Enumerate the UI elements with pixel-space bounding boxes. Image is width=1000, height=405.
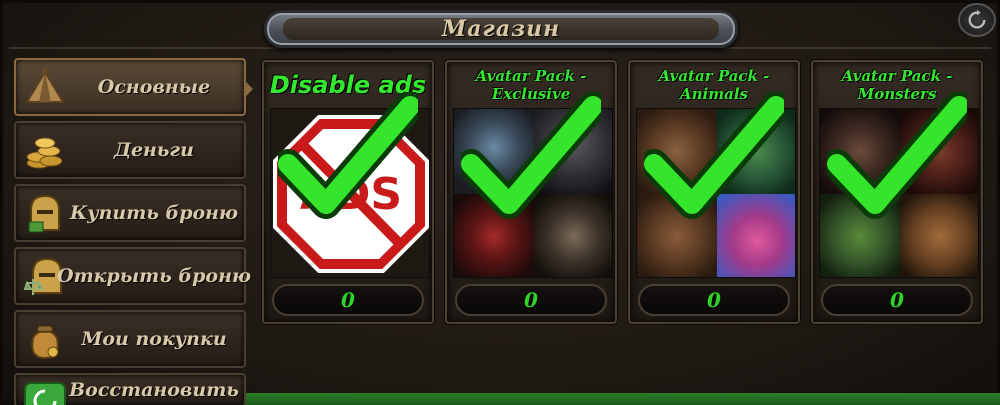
shop-item-title-line1: Avatar Pack -	[475, 67, 587, 85]
money-bag-icon	[22, 318, 68, 362]
sidebar-item-my-purchases[interactable]: Мои покупки	[14, 310, 246, 368]
refresh-icon	[968, 9, 986, 29]
price-display: 0	[455, 284, 607, 316]
bottom-status-bar	[246, 393, 1000, 405]
price-display: 0	[638, 284, 790, 316]
sidebar-item-label: Купить броню	[69, 202, 239, 224]
sidebar-item-label: Открыть броню	[57, 265, 251, 287]
shop-item-disable-ads[interactable]: Disable ads ADS 0	[262, 60, 434, 324]
sidebar-item-money[interactable]: Деньги	[14, 121, 246, 179]
sidebar-item-label: Восстановить	[69, 379, 239, 401]
restore-icon	[22, 379, 68, 405]
refresh-button[interactable]	[958, 3, 996, 37]
sidebar-item-label: Деньги	[114, 139, 194, 161]
page-title: Магазин	[441, 16, 561, 42]
title-banner: Магазин	[264, 10, 738, 48]
shop-item-avatar-pack-exclusive[interactable]: Avatar Pack - Exclusive 0	[445, 60, 617, 324]
purchased-check-icon	[278, 92, 418, 219]
price-display: 0	[821, 284, 973, 316]
purchased-check-icon	[827, 92, 967, 219]
sidebar-item-main[interactable]: Основные	[14, 58, 253, 116]
purchased-check-icon	[461, 92, 601, 219]
shop-item-title-line1: Avatar Pack -	[658, 67, 770, 85]
sidebar-item-label: Мои покупки	[81, 328, 227, 350]
shop-item-title-line1: Avatar Pack -	[841, 67, 953, 85]
price-display: 0	[272, 284, 424, 316]
sidebar-item-label: Основные	[97, 76, 211, 98]
coins-icon	[22, 129, 68, 173]
helmet-money-icon	[22, 192, 68, 236]
shop-item-avatar-pack-animals[interactable]: Avatar Pack - Animals 0	[628, 60, 800, 324]
tent-icon	[22, 66, 68, 110]
sidebar-item-buy-armor[interactable]: Купить броню	[14, 184, 246, 242]
sidebar-item-open-armor[interactable]: Открыть броню	[14, 247, 251, 305]
purchased-check-icon	[644, 92, 784, 219]
sidebar-item-restore[interactable]: Восстановить	[14, 373, 246, 405]
shop-item-avatar-pack-monsters[interactable]: Avatar Pack - Monsters 0	[811, 60, 983, 324]
